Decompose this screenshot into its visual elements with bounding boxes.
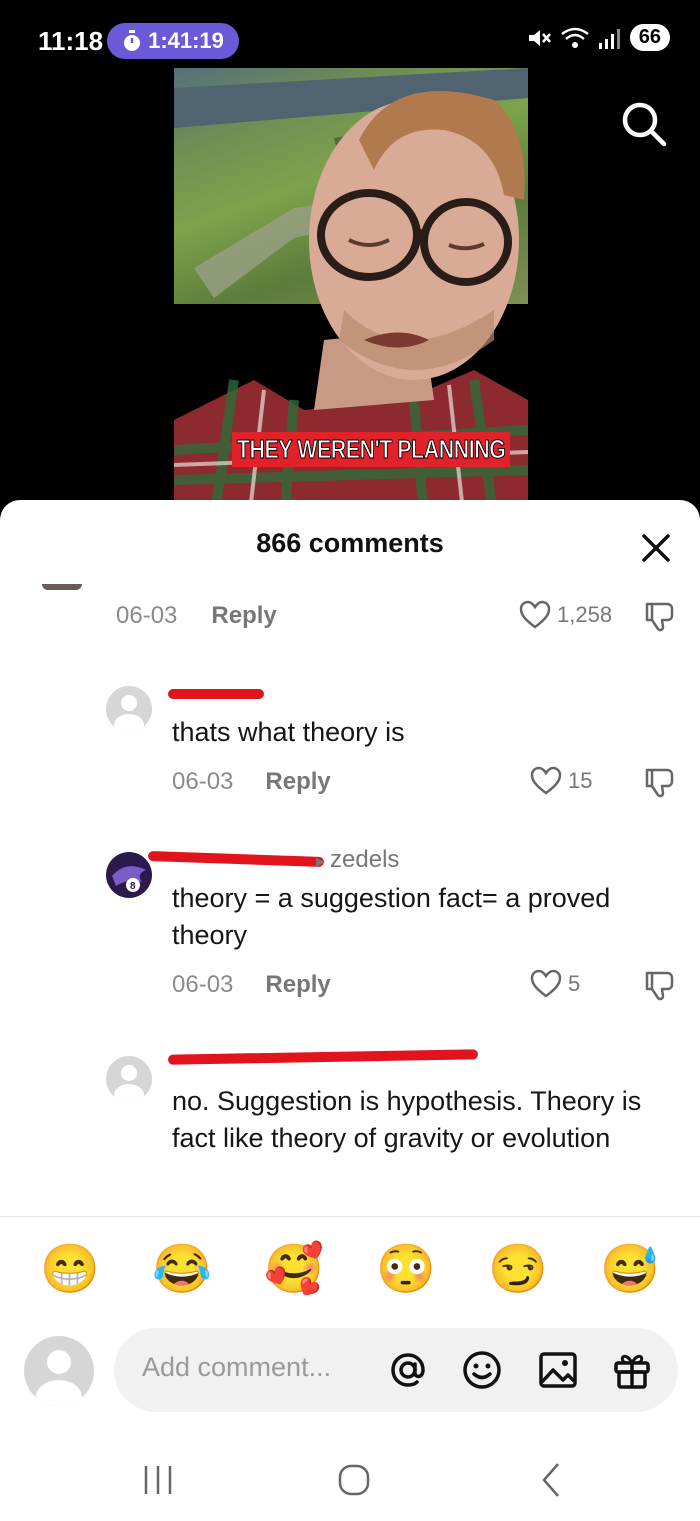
status-icons: 66 [526, 24, 670, 51]
comment-text: thats what theory is [172, 717, 405, 747]
comment-meta: 06-03 Reply [172, 768, 331, 796]
avatar[interactable]: 8 [106, 852, 152, 898]
avatar-partial [42, 584, 82, 590]
smiley-icon [463, 1351, 501, 1389]
recent-apps-icon [144, 1466, 172, 1494]
battery-indicator: 66 [629, 24, 670, 51]
like-count: 15 [568, 768, 593, 793]
heart-icon [519, 600, 551, 629]
reply-to-username[interactable]: zedels [330, 846, 399, 873]
gift-button[interactable] [610, 1348, 654, 1392]
divider [0, 1216, 700, 1217]
timer-value: 1:41:19 [148, 28, 224, 53]
comments-title: 866 comments [256, 528, 444, 558]
search-button[interactable] [618, 98, 670, 150]
mute-icon [528, 29, 551, 46]
back-icon [542, 1463, 559, 1497]
emoji-bar: 😁 😂 🥰 😳 😏 😅 [0, 1240, 700, 1304]
dislike-icon [645, 602, 674, 632]
home-button[interactable] [332, 1458, 376, 1502]
comment-meta: 06-03 Reply [172, 971, 331, 999]
like-button[interactable]: 1,258 [519, 600, 612, 630]
reply-button[interactable]: Reply [211, 602, 276, 630]
timer-pill[interactable]: 1:41:19 [107, 23, 239, 59]
dislike-button[interactable] [642, 766, 676, 800]
emoji-grin-button[interactable]: 😁 [40, 1240, 100, 1300]
emoji-sweat-smile-button[interactable]: 😅 [600, 1240, 660, 1300]
stopwatch-icon [124, 30, 141, 51]
system-nav-bar [0, 1440, 700, 1520]
comment-input[interactable]: Add comment... [114, 1328, 678, 1412]
at-icon [391, 1353, 425, 1387]
search-icon [622, 102, 667, 147]
dislike-button[interactable] [642, 969, 676, 1003]
mention-button[interactable] [386, 1348, 430, 1392]
comments-sheet: 866 comments 06-03 Reply 1,258 thats wha… [0, 500, 700, 1521]
redacted-username [167, 1049, 479, 1065]
svg-text:8: 8 [130, 881, 136, 892]
image-attach-button[interactable] [536, 1348, 580, 1392]
avatar[interactable] [106, 686, 152, 732]
wifi-icon [560, 27, 589, 48]
home-icon [338, 1464, 370, 1496]
reply-arrow-icon: ▸ [316, 851, 331, 871]
comment-text: no. Suggestion is hypothesis. Theory is … [172, 1086, 642, 1153]
reply-button[interactable]: Reply [265, 971, 330, 999]
comment-date: 06-03 [172, 768, 234, 795]
comment-meta: 06-03 Reply [116, 602, 277, 630]
dislike-icon [645, 768, 674, 798]
emoji-smirk-button[interactable]: 😏 [488, 1240, 548, 1300]
back-button[interactable] [530, 1458, 574, 1502]
like-button[interactable]: 15 [530, 766, 592, 796]
status-bar: 11:18 1:41:19 66 [0, 0, 700, 80]
comment-date: 06-03 [172, 971, 234, 998]
redacted-username [147, 850, 325, 868]
gift-icon [614, 1354, 650, 1389]
emoji-picker-button[interactable] [460, 1348, 504, 1392]
avatar[interactable] [106, 1056, 152, 1102]
image-icon [539, 1352, 577, 1388]
like-count: 5 [568, 971, 581, 996]
heart-icon [530, 766, 562, 795]
dislike-button[interactable] [642, 600, 676, 634]
comment-input-placeholder: Add comment... [142, 1352, 332, 1382]
heart-icon [530, 969, 562, 998]
emoji-hearts-button[interactable]: 🥰 [264, 1240, 324, 1300]
dislike-icon [645, 971, 674, 1001]
close-icon [642, 534, 670, 562]
emoji-flushed-button[interactable]: 😳 [376, 1240, 436, 1300]
status-time: 11:18 [38, 26, 104, 56]
comment-date: 06-03 [116, 602, 178, 629]
recent-apps-button[interactable] [136, 1458, 180, 1502]
reply-to: ▸ zedels [316, 846, 399, 874]
redacted-username [168, 689, 264, 699]
reply-button[interactable]: Reply [265, 768, 330, 796]
emoji-tears-of-joy-button[interactable]: 😂 [152, 1240, 212, 1300]
close-button[interactable] [638, 530, 674, 566]
signal-icon [598, 28, 620, 49]
team-logo-icon: 8 [112, 866, 146, 892]
like-count: 1,258 [557, 602, 613, 627]
video-caption: THEY WEREN'T PLANNING [232, 432, 511, 467]
comment-text: theory = a suggestion fact= a proved the… [172, 883, 611, 950]
my-avatar [24, 1336, 94, 1406]
like-button[interactable]: 5 [530, 969, 580, 999]
